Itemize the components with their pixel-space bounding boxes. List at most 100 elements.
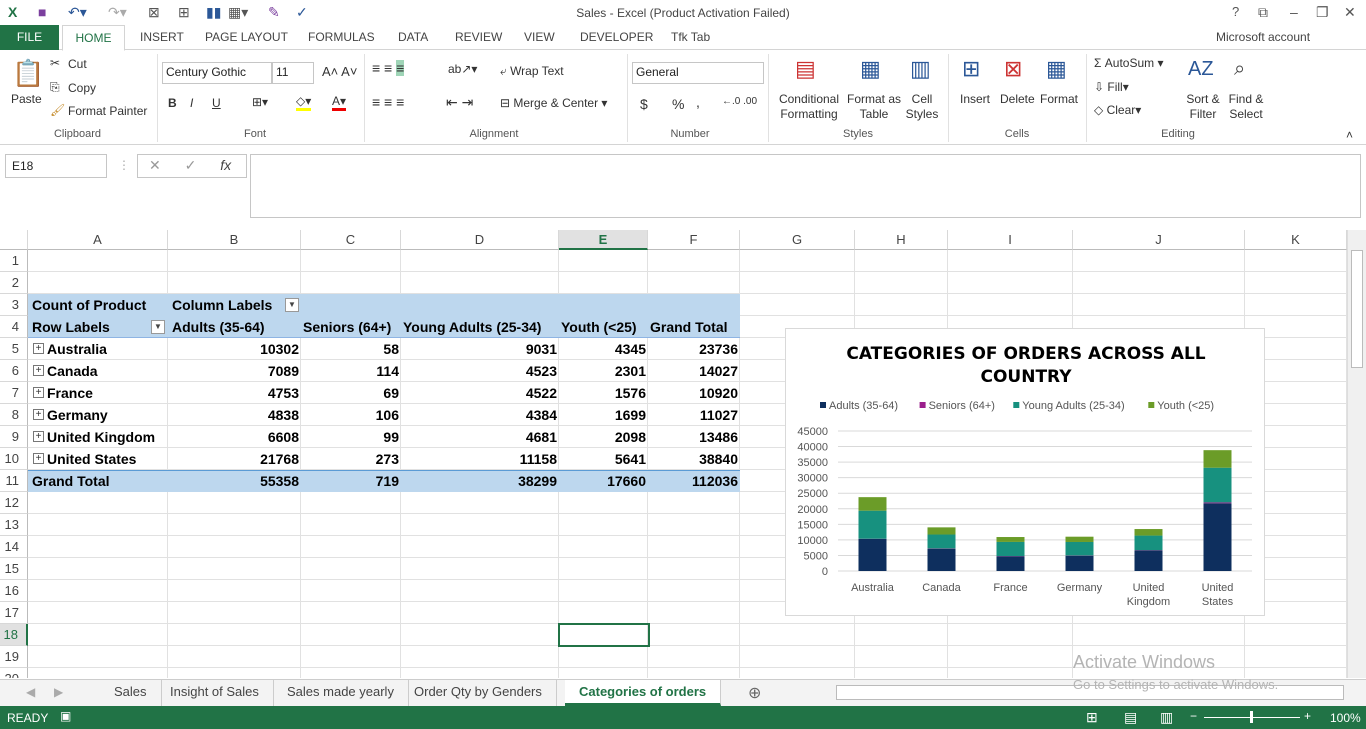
column-header-F[interactable]: F <box>648 230 740 250</box>
row-header-18[interactable]: 18 <box>0 624 28 646</box>
row-header-4[interactable]: 4 <box>0 316 28 338</box>
vertical-scrollbar[interactable] <box>1347 230 1366 678</box>
bar-segment[interactable] <box>1065 555 1094 571</box>
insert-function-button[interactable]: fx <box>220 157 231 173</box>
expand-icon[interactable]: + <box>33 387 44 398</box>
font-color-icon[interactable]: A▾ <box>332 94 347 111</box>
bar-segment[interactable] <box>1203 503 1232 571</box>
bar-segment[interactable] <box>996 541 1025 556</box>
tab-review[interactable]: REVIEW <box>455 30 502 44</box>
tab-data[interactable]: DATA <box>398 30 428 44</box>
tab-file[interactable]: FILE <box>0 25 59 50</box>
row-header-11[interactable]: 11 <box>0 470 28 492</box>
bar-segment[interactable] <box>927 548 956 571</box>
prev-sheet-icon[interactable]: ◀ <box>26 685 35 699</box>
bar-segment[interactable] <box>927 527 956 535</box>
close-icon[interactable]: ✕ <box>1344 4 1356 21</box>
select-all-corner[interactable] <box>0 230 28 250</box>
bar-segment[interactable] <box>1203 502 1232 504</box>
expand-icon[interactable]: + <box>33 365 44 376</box>
bar-segment[interactable] <box>996 556 1025 571</box>
row-header-7[interactable]: 7 <box>0 382 28 404</box>
row-header-20[interactable]: 20 <box>0 668 28 678</box>
macro-record-icon[interactable]: ▣ <box>60 709 71 723</box>
account-menu[interactable]: Microsoft account <box>1216 30 1310 44</box>
fill-button[interactable]: ⇩ Fill▾ <box>1094 80 1129 94</box>
column-header-D[interactable]: D <box>401 230 559 250</box>
help-button[interactable]: ? <box>1232 4 1239 19</box>
bar-segment[interactable] <box>1065 536 1094 542</box>
column-header-K[interactable]: K <box>1245 230 1347 250</box>
align-top-icon[interactable]: ≡ ≡ ≡ <box>372 60 405 76</box>
expand-icon[interactable]: + <box>33 409 44 420</box>
column-header-B[interactable]: B <box>168 230 301 250</box>
bar-segment[interactable] <box>858 538 887 571</box>
name-box[interactable]: E18 <box>5 154 107 178</box>
restore-icon[interactable]: ❐ <box>1316 4 1329 21</box>
zoom-level[interactable]: 100% <box>1330 711 1361 725</box>
sheet-tab[interactable]: Sales made yearly <box>273 680 409 706</box>
stacked-bar-chart[interactable]: CATEGORIES OF ORDERS ACROSS ALL COUNTRY Ad… <box>785 328 1265 616</box>
grow-font-icon[interactable]: A˄ A˅ <box>322 64 357 79</box>
sheet-tab[interactable]: Insight of Sales <box>156 680 274 706</box>
paste-button[interactable]: Paste <box>11 92 42 106</box>
conditional-formatting-button[interactable]: Conditional Formatting <box>776 92 842 122</box>
column-header-A[interactable]: A <box>28 230 168 250</box>
expand-icon[interactable]: + <box>33 453 44 464</box>
find-select-button[interactable]: Find & Select <box>1224 92 1268 122</box>
italic-button[interactable]: I <box>190 96 193 110</box>
bar-segment[interactable] <box>858 510 887 539</box>
clear-button[interactable]: ◇ Clear▾ <box>1094 103 1141 117</box>
selected-cell-E18[interactable] <box>558 623 650 647</box>
tab-formulas[interactable]: FORMULAS <box>308 30 375 44</box>
tab-page-layout[interactable]: PAGE LAYOUT <box>205 30 288 44</box>
column-header-I[interactable]: I <box>948 230 1073 250</box>
row-header-2[interactable]: 2 <box>0 272 28 294</box>
next-sheet-icon[interactable]: ▶ <box>54 685 63 699</box>
enter-icon[interactable]: ✓ <box>185 157 197 173</box>
column-filter-dropdown-icon[interactable]: ▼ <box>285 298 299 312</box>
autosum-button[interactable]: Σ AutoSum ▾ <box>1094 56 1163 70</box>
column-header-H[interactable]: H <box>855 230 948 250</box>
row-header-8[interactable]: 8 <box>0 404 28 426</box>
expand-icon[interactable]: + <box>33 431 44 442</box>
sort-filter-button[interactable]: Sort & Filter <box>1184 92 1222 122</box>
fill-color-icon[interactable]: ◇▾ <box>296 94 312 111</box>
format-as-table-button[interactable]: Format as Table <box>846 92 902 122</box>
tab-home[interactable]: HOME <box>62 25 125 51</box>
merge-center-button[interactable]: ⊟ Merge & Center ▾ <box>500 96 607 110</box>
row-header-12[interactable]: 12 <box>0 492 28 514</box>
wrap-text-button[interactable]: ⤶ Wrap Text <box>500 64 564 79</box>
collapse-ribbon-icon[interactable]: ˄ <box>1346 128 1353 142</box>
underline-button[interactable]: U <box>212 96 221 110</box>
ribbon-display-icon[interactable]: ⧉ <box>1258 4 1268 21</box>
format-cells-button[interactable]: Format <box>1040 92 1078 106</box>
bar-segment[interactable] <box>1065 541 1094 556</box>
column-header-G[interactable]: G <box>740 230 855 250</box>
column-header-J[interactable]: J <box>1073 230 1245 250</box>
bar-segment[interactable] <box>858 497 887 511</box>
font-name-select[interactable]: Century Gothic <box>162 62 272 84</box>
expand-icon[interactable]: + <box>33 343 44 354</box>
scrollbar-thumb[interactable] <box>1351 250 1363 368</box>
page-layout-view-icon[interactable]: ▤ <box>1124 709 1137 726</box>
page-break-view-icon[interactable]: ▥ <box>1160 709 1173 726</box>
tab-view[interactable]: VIEW <box>524 30 555 44</box>
orientation-icon[interactable]: ab↗▾ <box>448 62 477 76</box>
row-header-1[interactable]: 1 <box>0 250 28 272</box>
borders-icon[interactable]: ⊞▾ <box>252 95 268 109</box>
formula-input[interactable] <box>250 154 1361 218</box>
bar-segment[interactable] <box>1134 550 1163 571</box>
zoom-in-button[interactable]: + <box>1304 709 1311 723</box>
cell-styles-button[interactable]: Cell Styles <box>902 92 942 122</box>
column-header-C[interactable]: C <box>301 230 401 250</box>
bar-segment[interactable] <box>1203 450 1232 468</box>
row-header-19[interactable]: 19 <box>0 646 28 668</box>
sheet-tab[interactable]: Order Qty by Genders <box>400 680 557 706</box>
row-header-14[interactable]: 14 <box>0 536 28 558</box>
row-header-9[interactable]: 9 <box>0 426 28 448</box>
cut-button[interactable]: Cut <box>68 57 87 71</box>
tab-insert[interactable]: INSERT <box>140 30 184 44</box>
comma-button[interactable]: , <box>696 94 700 110</box>
insert-cells-button[interactable]: Insert <box>960 92 990 106</box>
